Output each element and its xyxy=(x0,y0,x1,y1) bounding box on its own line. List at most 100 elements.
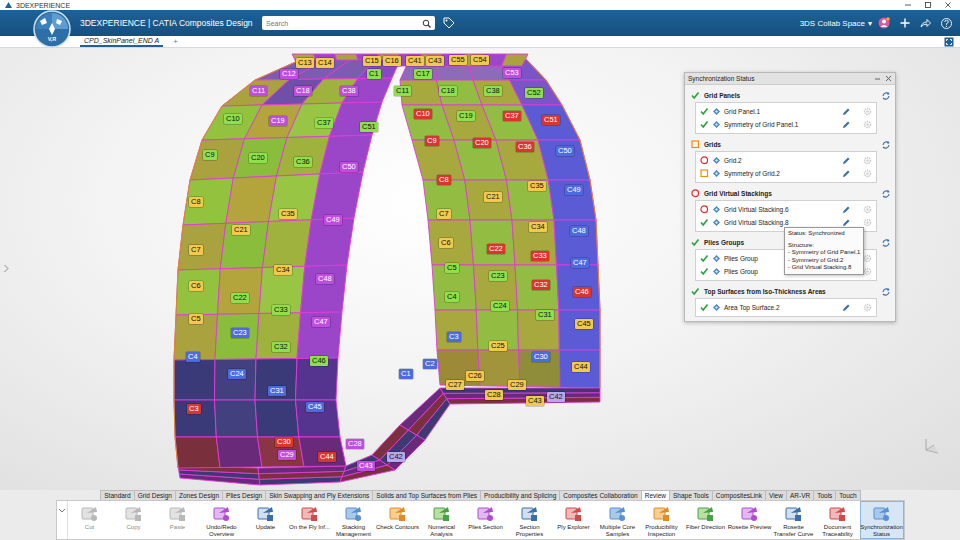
cell-label[interactable]: C42 xyxy=(387,452,405,462)
cell-label[interactable]: C19 xyxy=(269,116,287,126)
cell-label[interactable]: C45 xyxy=(306,402,324,412)
status-item[interactable]: Grid Virtual Stacking.8Status: Synchroni… xyxy=(696,216,876,229)
synchronize-icon[interactable] xyxy=(881,91,891,100)
cell-label[interactable]: C26 xyxy=(466,371,484,381)
expand-left-panel-icon[interactable] xyxy=(3,264,9,273)
toolbar-button-label[interactable]: Check Contours xyxy=(376,524,420,531)
cell-label[interactable]: C8 xyxy=(189,197,203,207)
ribbon-tab[interactable]: AR-VR xyxy=(786,490,814,500)
status-item[interactable]: Symmetry of Grid Panel.1 xyxy=(696,118,876,131)
cell-label[interactable]: C18 xyxy=(294,86,312,96)
toolbar-button[interactable]: Document Traceability xyxy=(816,501,860,539)
command-icon[interactable] xyxy=(80,504,99,522)
toolbar-button-label[interactable]: Section Properties xyxy=(508,524,552,537)
status-item[interactable]: Area Top Surface.2 xyxy=(696,301,876,314)
toolbar-button[interactable]: Check Contours xyxy=(376,501,420,539)
ribbon-tab[interactable]: Review xyxy=(641,490,670,500)
ribbon-tab[interactable]: Grid Design xyxy=(134,490,176,500)
synchronize-icon[interactable] xyxy=(881,189,891,198)
maximize-icon[interactable] xyxy=(924,1,932,9)
ribbon-tab[interactable]: Producibility and Splicing xyxy=(480,490,560,500)
cell-label[interactable]: C22 xyxy=(231,293,249,303)
cell-label[interactable]: C51 xyxy=(360,122,378,132)
compass-logo[interactable]: V,R xyxy=(32,9,72,42)
item-label[interactable]: Plies Group xyxy=(724,268,758,275)
cell-label[interactable]: C36 xyxy=(516,142,534,152)
ribbon-tab[interactable]: View xyxy=(765,490,787,500)
share-icon[interactable] xyxy=(920,18,931,28)
cell-label[interactable]: C5 xyxy=(445,263,459,273)
cell-label[interactable]: C29 xyxy=(508,380,526,390)
cell-label[interactable]: C33 xyxy=(531,251,549,261)
toolbar-button[interactable]: Copy xyxy=(112,501,156,539)
toolbar-button[interactable]: Rosette Transfer Curve xyxy=(772,501,816,539)
cell-label[interactable]: C30 xyxy=(275,437,293,447)
item-label[interactable]: Grid Virtual Stacking.8 xyxy=(724,219,789,226)
cell-label[interactable]: C49 xyxy=(324,215,342,225)
command-icon[interactable] xyxy=(300,504,319,522)
toolbar-button-label[interactable]: On the Fly Inf... xyxy=(288,524,332,531)
ribbon-tab[interactable]: Touch xyxy=(835,490,860,500)
cell-label[interactable]: C25 xyxy=(489,341,507,351)
toolbar-button-label[interactable]: Stacking Management xyxy=(332,524,376,537)
toolbar-button-label[interactable]: Rosette Preview xyxy=(728,524,772,531)
cell-label[interactable]: C24 xyxy=(228,369,246,379)
close-icon[interactable] xyxy=(944,1,952,9)
ribbon-tab[interactable]: Tools xyxy=(813,490,836,500)
toolbar-button-label[interactable]: Ply Explorer xyxy=(552,524,596,531)
edit-icon[interactable] xyxy=(842,303,851,312)
command-icon[interactable] xyxy=(124,504,143,522)
toolbar-button[interactable]: Stacking Management xyxy=(332,501,376,539)
item-label[interactable]: Symmetry of Grid Panel.1 xyxy=(724,121,798,128)
ribbon-tab[interactable]: Solids and Top Surfaces from Plies xyxy=(372,490,481,500)
toolbar-button[interactable]: Rosette Preview xyxy=(728,501,772,539)
cell-label[interactable]: C21 xyxy=(232,225,250,235)
cell-label[interactable]: C3 xyxy=(187,404,201,414)
cell-label[interactable]: C30 xyxy=(532,352,550,362)
status-item[interactable]: Grid Virtual Stacking.6 xyxy=(696,203,876,216)
cell-label[interactable]: C41 xyxy=(406,56,424,66)
cell-label[interactable]: C13 xyxy=(296,58,314,68)
toolbar-button[interactable]: Section Properties xyxy=(508,501,552,539)
command-icon[interactable] xyxy=(740,504,759,522)
cell-label[interactable]: C14 xyxy=(316,58,334,68)
cell-label[interactable]: C16 xyxy=(383,56,401,66)
cell-label[interactable]: C47 xyxy=(312,317,330,327)
document-tab[interactable]: CPD_SkinPanel_END A xyxy=(80,36,163,47)
edit-icon[interactable] xyxy=(842,156,851,165)
cell-label[interactable]: C48 xyxy=(570,226,588,236)
update-icon[interactable] xyxy=(863,120,872,129)
collab-space[interactable]: 3DS Collab Space xyxy=(800,19,865,28)
cell-label[interactable]: C10 xyxy=(224,114,242,124)
update-icon[interactable] xyxy=(863,107,872,116)
cell-label[interactable]: C29 xyxy=(278,450,296,460)
ribbon-tab[interactable]: CompositesLink xyxy=(712,490,766,500)
cell-label[interactable]: C10 xyxy=(414,109,432,119)
edit-icon[interactable] xyxy=(842,169,851,178)
update-icon[interactable] xyxy=(863,303,872,312)
toolbar-button[interactable]: Fiber Direction xyxy=(684,501,728,539)
axis-compass-icon[interactable] xyxy=(922,436,942,456)
command-icon[interactable] xyxy=(256,504,275,522)
ribbon-tab[interactable]: Skin Swapping and Ply Extensions xyxy=(265,490,373,500)
cell-label[interactable]: C6 xyxy=(189,281,203,291)
command-icon[interactable] xyxy=(520,504,539,522)
item-label[interactable]: Area Top Surface.2 xyxy=(724,304,780,311)
cell-label[interactable]: C32 xyxy=(272,342,290,352)
cell-label[interactable]: C43 xyxy=(526,396,544,406)
cell-label[interactable]: C28 xyxy=(346,439,364,449)
cell-label[interactable]: C1 xyxy=(399,369,413,379)
cell-label[interactable]: C19 xyxy=(457,111,475,121)
toolbar-button[interactable]: Cut xyxy=(68,501,112,539)
cell-label[interactable]: C47 xyxy=(571,258,589,268)
cell-label[interactable]: C15 xyxy=(363,56,381,66)
toolbar-button[interactable]: Plies Section xyxy=(464,501,508,539)
edit-icon[interactable] xyxy=(842,205,851,214)
cell-label[interactable]: C43 xyxy=(357,461,375,471)
edit-icon[interactable] xyxy=(842,107,851,116)
cell-label[interactable]: C9 xyxy=(425,136,439,146)
toolbar-button-label[interactable]: Cut xyxy=(68,524,112,531)
command-icon[interactable] xyxy=(432,504,451,522)
cell-label[interactable]: C11 xyxy=(250,86,267,96)
item-label[interactable]: Grid Virtual Stacking.6 xyxy=(724,206,789,213)
